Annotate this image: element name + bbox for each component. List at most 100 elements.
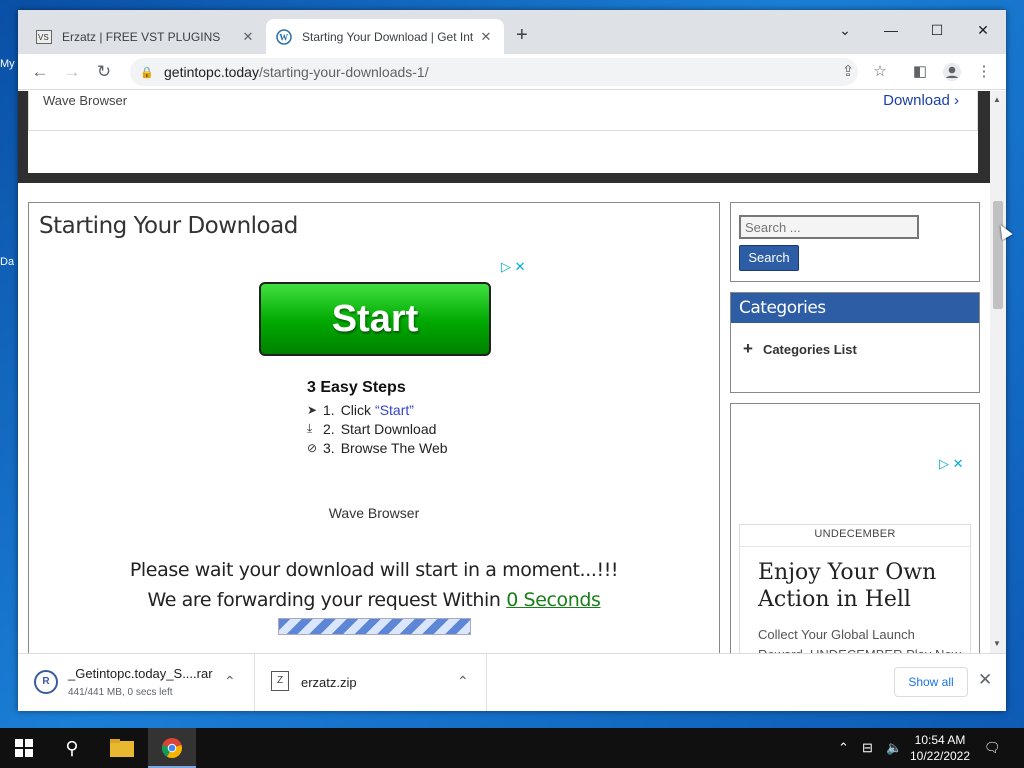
steps-title: 3 Easy Steps — [307, 379, 406, 396]
browser-toolbar: ← → ↻ 🔒 getintopc.today/starting-your-do… — [18, 54, 1006, 90]
pointer-icon: ➤ — [307, 402, 318, 417]
svg-text:W: W — [279, 32, 288, 42]
taskbar-clock[interactable]: 10:54 AM 10/22/2022 — [900, 732, 980, 764]
clock-date: 10/22/2022 — [909, 749, 971, 763]
ad-headline: Enjoy Your Own Action in Hell — [758, 560, 937, 612]
step-number: 2. — [323, 420, 335, 437]
chevron-up-icon[interactable]: ⌃ — [457, 673, 469, 690]
ad-brand: UNDECEMBER — [740, 525, 970, 547]
clock-time: 10:54 AM — [914, 733, 966, 747]
search-button[interactable]: Search — [739, 245, 799, 271]
bookmark-star-icon[interactable]: ☆ — [868, 60, 892, 84]
lock-icon[interactable]: 🔒 — [140, 66, 154, 79]
search-icon[interactable]: ⚲ — [48, 728, 96, 768]
forward-message: We are forwarding your request Within 0 … — [29, 589, 719, 611]
minimize-button[interactable]: — — [868, 16, 914, 44]
tab-strip: VS Erzatz | FREE VST PLUGINS ✕ W Startin… — [18, 10, 1006, 54]
ad-card[interactable]: UNDECEMBER Enjoy Your Own Action in Hell… — [739, 524, 971, 653]
share-icon[interactable]: ⇪ — [836, 60, 860, 84]
check-circle-icon: ⊘ — [307, 440, 318, 455]
tab-erzatz[interactable]: VS Erzatz | FREE VST PLUGINS ✕ — [26, 19, 266, 54]
show-all-button[interactable]: Show all — [894, 667, 968, 697]
new-tab-button[interactable]: + — [516, 24, 528, 47]
adchoices-icon[interactable]: ▷ ✕ — [501, 259, 526, 275]
url-host: getintopc.today — [164, 64, 259, 80]
step-text: Click — [340, 401, 372, 418]
zip-file-icon: Z — [271, 671, 289, 691]
desktop-icon-label[interactable]: My — [0, 58, 15, 70]
show-hidden-icons-icon[interactable]: ⌃ — [838, 728, 849, 768]
close-tab-icon[interactable]: ✕ — [478, 29, 494, 45]
search-input[interactable] — [739, 215, 919, 239]
download-shelf: R _Getintopc.today_S....rar 441/441 MB, … — [18, 653, 1006, 711]
forward-icon[interactable]: → — [60, 60, 84, 84]
main-content-panel: Starting Your Download ▷ ✕ Start 3 Easy … — [28, 202, 720, 653]
progress-bar — [278, 618, 471, 635]
step-item: ➤ 1. Click “Start” — [307, 400, 567, 419]
download-status: 441/441 MB, 0 secs left — [68, 687, 173, 698]
download-item[interactable]: R _Getintopc.today_S....rar 441/441 MB, … — [18, 654, 255, 711]
menu-kebab-icon[interactable]: ⋮ — [972, 60, 996, 84]
maximize-button[interactable]: ☐ — [914, 16, 960, 44]
close-window-button[interactable]: ✕ — [960, 16, 1006, 44]
top-ad-band: Wave Browser Download › — [18, 91, 990, 183]
step-link[interactable]: “Start” — [375, 402, 414, 418]
download-icon: ⤓ — [307, 421, 313, 435]
tab-starting-download[interactable]: W Starting Your Download | Get Int ✕ — [266, 19, 504, 54]
sidebar-ad: ▷ ✕ UNDECEMBER Enjoy Your Own Action in … — [730, 403, 980, 653]
step-number: 1. — [323, 401, 335, 418]
top-ad-name: Wave Browser — [43, 93, 128, 108]
page-scrollbar[interactable]: ▲ ▼ — [990, 91, 1006, 653]
ad-body: Collect Your Global Launch Reward. UNDEC… — [758, 627, 961, 653]
categories-widget: Categories + Categories List — [730, 292, 980, 393]
scrollbar-thumb[interactable] — [993, 201, 1003, 309]
taskbar: ⚲ ⌃ ⊟ 🔈 10:54 AM 10/22/2022 🗨 — [0, 728, 1024, 768]
top-ad-download-link[interactable]: Download › — [883, 92, 959, 109]
chevron-up-icon[interactable]: ⌃ — [224, 673, 236, 690]
wordpress-icon: W — [276, 28, 292, 45]
address-bar[interactable]: 🔒 getintopc.today/starting-your-download… — [130, 58, 858, 86]
tab-search-icon[interactable]: ⌄ — [822, 16, 868, 44]
svg-text:VS: VS — [38, 33, 49, 42]
file-explorer-icon[interactable] — [98, 728, 146, 768]
wave-browser-label[interactable]: Wave Browser — [29, 505, 719, 521]
start-button[interactable]: Start — [259, 282, 491, 356]
step-item: ⊘ 3. Browse The Web — [307, 438, 567, 457]
profile-avatar-icon[interactable] — [940, 60, 964, 84]
close-shelf-icon[interactable]: ✕ — [978, 670, 992, 690]
step-item: ⤓ 2. Start Download — [307, 419, 567, 438]
tab-title: Erzatz | FREE VST PLUGINS — [62, 29, 221, 44]
download-filename: _Getintopc.today_S....rar — [68, 666, 213, 681]
desktop-icon-label[interactable]: Da — [0, 256, 14, 268]
scroll-down-icon[interactable]: ▼ — [993, 639, 1001, 648]
browser-window: VS Erzatz | FREE VST PLUGINS ✕ W Startin… — [18, 10, 1006, 711]
top-ad-box[interactable]: Wave Browser Download › — [28, 91, 978, 131]
vst-icon: VS — [36, 29, 52, 45]
windows-start-icon[interactable] — [0, 728, 48, 768]
url-path: /starting-your-downloads-1/ — [258, 64, 429, 80]
categories-title: Categories — [731, 293, 979, 323]
page-viewport: Wave Browser Download › Starting Your Do… — [18, 91, 990, 653]
chrome-taskbar-icon[interactable] — [148, 728, 196, 768]
download-filename: erzatz.zip — [301, 675, 357, 690]
back-icon[interactable]: ← — [28, 60, 52, 84]
search-widget: Search — [730, 202, 980, 282]
easy-steps: 3 Easy Steps ➤ 1. Click “Start” ⤓ 2. Sta… — [307, 379, 567, 457]
step-number: 3. — [323, 439, 335, 456]
categories-list-item[interactable]: + Categories List — [743, 339, 857, 359]
reload-icon[interactable]: ↻ — [92, 60, 116, 84]
wait-message: Please wait your download will start in … — [129, 559, 619, 581]
notification-icon[interactable]: 🗨 — [984, 728, 1001, 768]
rar-file-icon: R — [34, 670, 58, 694]
side-panel-icon[interactable]: ◧ — [908, 60, 932, 84]
close-tab-icon[interactable]: ✕ — [240, 29, 256, 45]
adchoices-icon[interactable]: ▷ ✕ — [939, 456, 964, 472]
step-text: Browse The Web — [340, 439, 448, 456]
scroll-up-icon[interactable]: ▲ — [993, 95, 1001, 104]
forward-text: We are forwarding your request Within — [147, 589, 501, 611]
seconds-link[interactable]: 0 Seconds — [506, 589, 601, 611]
step-text: Start Download — [340, 420, 437, 437]
network-icon[interactable]: ⊟ — [862, 728, 873, 768]
tab-title: Starting Your Download | Get Int — [302, 29, 474, 44]
download-item[interactable]: Z erzatz.zip ⌃ — [255, 654, 487, 711]
